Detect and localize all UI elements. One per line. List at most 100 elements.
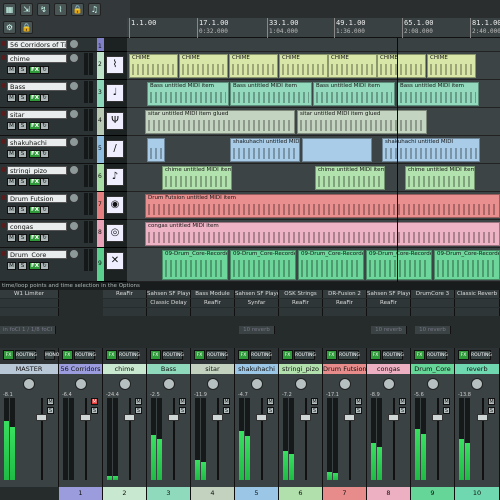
solo-button[interactable]: S	[18, 150, 27, 158]
playhead-cursor[interactable]	[397, 38, 398, 282]
pan-knob[interactable]	[23, 378, 35, 390]
solo-button[interactable]: S	[18, 66, 27, 74]
volume-fader[interactable]	[344, 414, 355, 421]
mute-button[interactable]: M	[443, 398, 450, 405]
routing-button[interactable]: ROUTING	[206, 350, 228, 360]
solo-button[interactable]: S	[311, 407, 318, 414]
volume-knob[interactable]	[69, 249, 79, 259]
mute-button[interactable]: M	[7, 94, 16, 102]
mute-button[interactable]: M	[7, 122, 16, 130]
record-arm-button[interactable]	[1, 83, 6, 88]
mute-button[interactable]: M	[7, 66, 16, 74]
midi-item[interactable]: Bass untitled MIDI item	[397, 82, 479, 106]
record-arm-button[interactable]	[1, 41, 6, 46]
mute-button[interactable]: M	[91, 398, 98, 405]
midi-item[interactable]	[147, 138, 165, 162]
mono-button[interactable]: MONO	[44, 350, 59, 360]
envelope-icon[interactable]: ⌇	[54, 3, 67, 16]
mixer-strip[interactable]: FX ROUTING MONO MASTER -8.1 M S	[0, 348, 59, 487]
midi-item[interactable]: sitar untitled MIDI item glued	[297, 110, 427, 134]
fx-button[interactable]: FX	[194, 350, 205, 360]
mixer-strip[interactable]: FX ROUTING Drum Futsion -17.1 M S	[323, 348, 367, 487]
midi-item[interactable]: CHIME	[427, 54, 476, 78]
record-arm-button[interactable]	[1, 167, 6, 172]
fx-slot[interactable]: DrumCore 3	[411, 290, 455, 298]
track-name-field[interactable]: Drum_Core	[7, 250, 67, 259]
volume-fader[interactable]	[256, 414, 267, 421]
track-name-field[interactable]: Bass	[7, 82, 67, 91]
send-slot[interactable]: 10 reverb	[415, 326, 451, 334]
solo-button[interactable]: S	[18, 94, 27, 102]
routing-button[interactable]: ROUTING	[294, 350, 316, 360]
volume-fader[interactable]	[432, 414, 443, 421]
solo-button[interactable]: S	[91, 407, 98, 414]
phase-button[interactable]: ↻	[40, 150, 49, 158]
fx-button[interactable]: FX	[238, 350, 249, 360]
fx-slot[interactable]	[191, 308, 235, 316]
track-name-field[interactable]: shakuhachi	[7, 138, 67, 147]
track-header[interactable]: congas M S FX ↻	[0, 220, 97, 248]
routing-button[interactable]: ROUTING	[15, 350, 37, 360]
solo-button[interactable]: S	[135, 407, 142, 414]
fx-button[interactable]: FX	[370, 350, 381, 360]
send-slot[interactable]: in foCl 1 / 1/8 foCl	[0, 326, 56, 334]
mixer-strip[interactable]: FX ROUTING reverb -13.8 M S	[455, 348, 500, 487]
midi-item[interactable]: 09-Drum_Core-Recorded	[298, 250, 364, 280]
solo-button[interactable]: S	[18, 206, 27, 214]
track-number-cell[interactable]: 8 ◎	[97, 220, 127, 248]
midi-item[interactable]: chime untitled MIDI item	[315, 166, 385, 190]
fx-button[interactable]: FX	[282, 350, 293, 360]
mute-button[interactable]: M	[7, 234, 16, 242]
fx-slot[interactable]: Sahsen SF Playe	[147, 290, 191, 298]
mute-button[interactable]: M	[7, 206, 16, 214]
phase-button[interactable]: ↻	[40, 122, 49, 130]
phase-button[interactable]: ↻	[40, 94, 49, 102]
mixer-strip[interactable]: FX ROUTING chime -24.4 M S	[103, 348, 147, 487]
track-number-cell[interactable]: 4Ψ	[97, 108, 127, 136]
track-name-field[interactable]: congas	[7, 222, 67, 231]
volume-fader[interactable]	[124, 414, 135, 421]
midi-item[interactable]: 09-Drum_Core-Recorded	[366, 250, 432, 280]
mixer-strip[interactable]: FX ROUTING shakuhachi -4.7 M S	[235, 348, 279, 487]
fx-slot[interactable]	[235, 308, 279, 316]
volume-knob[interactable]	[69, 193, 79, 203]
solo-button[interactable]: S	[18, 122, 27, 130]
volume-fader[interactable]	[477, 414, 488, 421]
solo-button[interactable]: S	[399, 407, 406, 414]
volume-fader[interactable]	[388, 414, 399, 421]
mixer-strip[interactable]: FX ROUTING stringi_pizo -7.2 M S	[279, 348, 323, 487]
midi-item[interactable]: Bass untitled MIDI item	[313, 82, 395, 106]
fx-slot[interactable]	[103, 299, 147, 307]
fx-button[interactable]: FX	[414, 350, 425, 360]
record-arm-button[interactable]	[1, 111, 6, 116]
track-header[interactable]: chime M S FX ↻	[0, 52, 97, 80]
midi-item[interactable]: CHIME	[229, 54, 278, 78]
fx-slot[interactable]	[103, 308, 147, 316]
solo-button[interactable]: S	[488, 407, 495, 414]
phase-button[interactable]: ↻	[40, 234, 49, 242]
track-number-cell[interactable]: 7 ◉	[97, 192, 127, 220]
fx-button[interactable]: FX	[62, 350, 73, 360]
track-name-field[interactable]: sitar	[7, 110, 67, 119]
fx-slot[interactable]	[411, 299, 455, 307]
fx-slot[interactable]	[0, 299, 59, 307]
routing-button[interactable]: ROUTING	[338, 350, 360, 360]
fx-slot[interactable]	[323, 308, 367, 316]
fx-slot[interactable]	[0, 308, 59, 316]
routing-button[interactable]: ROUTING	[470, 350, 492, 360]
fx-slot[interactable]: ReaFir	[367, 299, 411, 307]
mute-button[interactable]: M	[355, 398, 362, 405]
pan-knob[interactable]	[118, 378, 131, 390]
volume-fader[interactable]	[36, 414, 47, 421]
snap-icon[interactable]: ⇲	[20, 3, 33, 16]
fx-slot[interactable]: Bass Module	[191, 290, 235, 298]
volume-knob[interactable]	[69, 221, 79, 231]
arrange-view[interactable]: CHIME CHIME CHIME CHIME CHIME CHIME CHIME Bass …	[127, 38, 500, 282]
midi-item[interactable]: CHIME	[279, 54, 328, 78]
midi-item[interactable]: 09-Drum_Core-Recorded	[162, 250, 228, 280]
midi-item[interactable]: 09-Drum_Core-Recorded	[434, 250, 500, 280]
midi-item[interactable]: chime untitled MIDI item	[405, 166, 475, 190]
fx-slot[interactable]	[279, 308, 323, 316]
pan-knob[interactable]	[426, 378, 439, 390]
solo-button[interactable]: S	[355, 407, 362, 414]
